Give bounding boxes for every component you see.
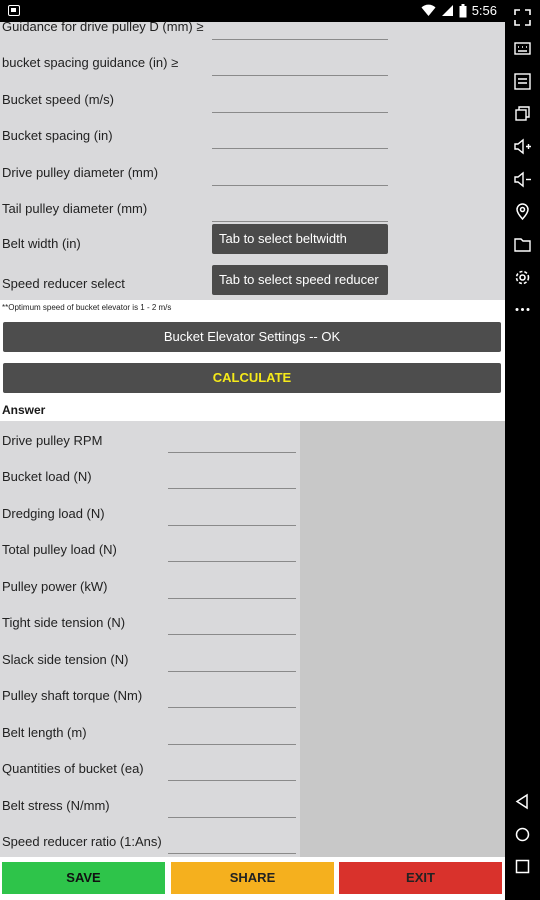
speed-reducer-label: Speed reducer select bbox=[2, 276, 125, 291]
input-row: Bucket spacing (in) bbox=[0, 119, 505, 155]
output-row: Total pulley load (N) bbox=[0, 532, 300, 568]
output-row: Slack side tension (N) bbox=[0, 642, 300, 678]
input-row: Drive pulley diameter (mm) bbox=[0, 156, 505, 192]
select-beltwidth-button[interactable]: Tab to select beltwidth bbox=[212, 224, 388, 254]
input-row: Belt width (in) Tab to select beltwidth bbox=[0, 224, 505, 260]
input-row: bucket spacing guidance (in) ≥ bbox=[0, 46, 505, 82]
drive-pulley-guidance-field[interactable] bbox=[212, 14, 388, 40]
output-label: Bucket load (N) bbox=[2, 469, 92, 484]
belt-width-label: Belt width (in) bbox=[2, 236, 81, 251]
output-label: Total pulley load (N) bbox=[2, 542, 117, 557]
settings-gear-icon[interactable] bbox=[513, 268, 532, 287]
output-field[interactable] bbox=[168, 500, 296, 526]
output-row: Tight side tension (N) bbox=[0, 605, 300, 641]
input-row: Tail pulley diameter (mm) bbox=[0, 192, 505, 228]
bucket-spacing-field[interactable] bbox=[212, 123, 388, 149]
answer-side-panel bbox=[300, 421, 505, 857]
answer-heading: Answer bbox=[2, 403, 46, 417]
output-field[interactable] bbox=[168, 427, 296, 453]
location-icon[interactable] bbox=[513, 202, 532, 221]
output-row: Dredging load (N) bbox=[0, 496, 300, 532]
output-label: Drive pulley RPM bbox=[2, 433, 103, 448]
recents-icon[interactable] bbox=[513, 857, 532, 876]
select-speed-reducer-button[interactable]: Tab to select speed reducer bbox=[212, 265, 388, 295]
output-row: Belt stress (N/mm) bbox=[0, 788, 300, 824]
output-field[interactable] bbox=[168, 792, 296, 818]
volume-up-icon[interactable] bbox=[513, 137, 532, 156]
bucket-spacing-guidance-field[interactable] bbox=[212, 50, 388, 76]
output-field[interactable] bbox=[168, 536, 296, 562]
output-field[interactable] bbox=[168, 463, 296, 489]
output-row: Pulley power (kW) bbox=[0, 569, 300, 605]
fullscreen-icon[interactable] bbox=[513, 8, 532, 27]
input-label: bucket spacing guidance (in) ≥ bbox=[2, 55, 179, 70]
output-field[interactable] bbox=[168, 609, 296, 635]
output-row: Belt length (m) bbox=[0, 715, 300, 751]
input-row: Bucket speed (m/s) bbox=[0, 83, 505, 119]
output-label: Slack side tension (N) bbox=[2, 652, 129, 667]
output-label: Speed reducer ratio (1:Ans) bbox=[2, 834, 162, 849]
emulator-toolbar bbox=[505, 0, 540, 900]
share-button[interactable]: SHARE bbox=[171, 862, 334, 894]
answer-section: Drive pulley RPM Bucket load (N) Dredgin… bbox=[0, 421, 300, 857]
exit-button[interactable]: EXIT bbox=[339, 862, 502, 894]
back-icon[interactable] bbox=[513, 792, 532, 811]
input-label: Drive pulley diameter (mm) bbox=[2, 165, 159, 180]
input-label: Bucket spacing (in) bbox=[2, 128, 113, 143]
output-field[interactable] bbox=[168, 828, 296, 854]
input-label: Tail pulley diameter (mm) bbox=[2, 201, 148, 216]
input-row: Speed reducer select Tab to select speed… bbox=[0, 265, 505, 301]
output-label: Belt stress (N/mm) bbox=[2, 798, 110, 813]
calculate-button[interactable]: CALCULATE bbox=[3, 363, 501, 393]
keyboard-icon[interactable] bbox=[513, 39, 532, 58]
volume-down-icon[interactable] bbox=[513, 170, 532, 189]
output-row: Quantities of bucket (ea) bbox=[0, 751, 300, 787]
output-row: Drive pulley RPM bbox=[0, 423, 300, 459]
tail-pulley-diameter-field[interactable] bbox=[212, 196, 388, 222]
output-field[interactable] bbox=[168, 682, 296, 708]
output-label: Tight side tension (N) bbox=[2, 615, 126, 630]
drive-pulley-diameter-field[interactable] bbox=[212, 160, 388, 186]
output-field[interactable] bbox=[168, 755, 296, 781]
input-row: Guidance for drive pulley D (mm) ≥ bbox=[0, 10, 505, 46]
output-row: Bucket load (N) bbox=[0, 459, 300, 495]
output-field[interactable] bbox=[168, 573, 296, 599]
input-label: Guidance for drive pulley D (mm) ≥ bbox=[2, 19, 204, 34]
more-icon[interactable] bbox=[513, 300, 532, 319]
output-label: Dredging load (N) bbox=[2, 506, 105, 521]
output-row: Pulley shaft torque (Nm) bbox=[0, 678, 300, 714]
output-field[interactable] bbox=[168, 646, 296, 672]
input-label: Bucket speed (m/s) bbox=[2, 92, 114, 107]
output-label: Pulley shaft torque (Nm) bbox=[2, 688, 143, 703]
bucket-speed-field[interactable] bbox=[212, 87, 388, 113]
folder-icon[interactable] bbox=[513, 235, 532, 254]
home-icon[interactable] bbox=[513, 825, 532, 844]
speed-note: **Optimum speed of bucket elevator is 1 … bbox=[2, 303, 172, 312]
output-field[interactable] bbox=[168, 719, 296, 745]
apk-icon[interactable] bbox=[513, 72, 532, 91]
input-section: Guidance for drive pulley D (mm) ≥ bucke… bbox=[0, 19, 505, 301]
multi-window-icon[interactable] bbox=[513, 104, 532, 123]
output-label: Belt length (m) bbox=[2, 725, 87, 740]
save-button[interactable]: SAVE bbox=[2, 862, 165, 894]
output-label: Pulley power (kW) bbox=[2, 579, 108, 594]
output-row: Speed reducer ratio (1:Ans) bbox=[0, 824, 300, 860]
settings-ok-button[interactable]: Bucket Elevator Settings -- OK bbox=[3, 322, 501, 352]
output-label: Quantities of bucket (ea) bbox=[2, 761, 144, 776]
